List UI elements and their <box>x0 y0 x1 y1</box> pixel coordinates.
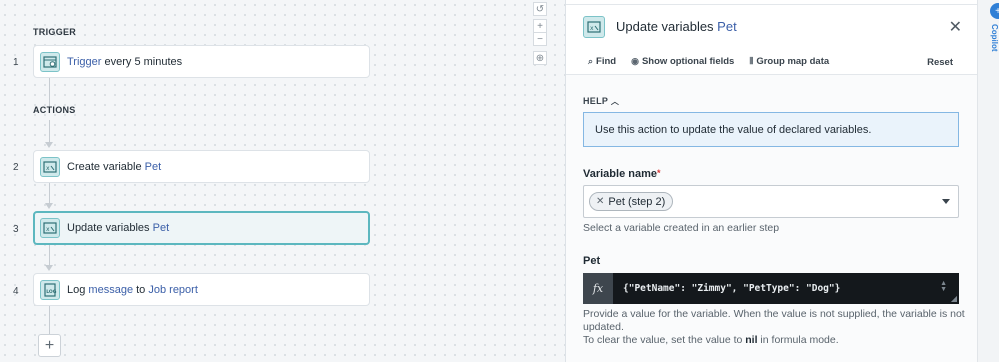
step-trigger-link[interactable]: Trigger <box>67 56 101 68</box>
pet-hint: Provide a value for the variable. When t… <box>583 308 977 347</box>
connector-arrow <box>45 142 53 148</box>
variable-name-select[interactable]: ✕ Pet (step 2) <box>583 185 959 218</box>
svg-text:x: x <box>46 226 50 233</box>
copilot-sidebar <box>977 0 999 362</box>
step-create-var-link[interactable]: Pet <box>145 161 162 173</box>
chevron-up-icon: ︿ <box>610 97 620 106</box>
connector <box>49 120 50 142</box>
panel-title-text: Update variables <box>616 19 718 34</box>
step-log-report-link[interactable]: Job report <box>148 284 198 296</box>
recipe-canvas[interactable]: TRIGGER 1 Trigger every 5 minutes ACTION… <box>0 0 565 362</box>
step-update-var-link[interactable]: Pet <box>153 222 170 234</box>
help-label: HELP <box>583 96 609 106</box>
copilot-tab[interactable]: Copilot <box>990 24 999 52</box>
connector <box>49 245 50 265</box>
panel-header: x Update variables Pet ✕ <box>566 5 978 48</box>
search-icon: ⌕ <box>588 55 594 66</box>
reset-view-button[interactable]: ↺ <box>533 2 547 16</box>
step-log-message[interactable]: LOG Log message to Job report <box>33 273 370 306</box>
step-trigger[interactable]: Trigger every 5 minutes <box>33 45 370 78</box>
panel-toolbar: ⌕ Find ◉ Show optional fields ⦀ Group map d… <box>566 48 978 75</box>
chevron-down-icon[interactable] <box>942 199 950 204</box>
eye-icon: ◉ <box>631 55 639 66</box>
zoom-in-button[interactable]: + <box>533 19 547 33</box>
close-icon[interactable]: ✕ <box>949 17 962 37</box>
variable-chip[interactable]: ✕ Pet (step 2) <box>589 192 674 211</box>
add-step-button[interactable]: + <box>38 334 61 357</box>
step-config-panel: x Update variables Pet ✕ ⌕ Find ◉ Show opt… <box>565 0 978 362</box>
resize-handle-icon[interactable]: ◢ <box>951 294 957 303</box>
panel-title-var: Pet <box>717 19 737 34</box>
variable-icon: x <box>40 156 60 177</box>
formula-value[interactable]: {"PetName": "Zimmy", "PetType": "Dog"} <box>623 283 840 294</box>
step-update-text: Update variables <box>67 222 153 234</box>
variable-name-text: Variable name <box>583 168 657 180</box>
trigger-section-label: TRIGGER <box>33 27 77 37</box>
step-number: 3 <box>13 224 19 235</box>
variable-chip-label: Pet (step 2) <box>608 195 666 208</box>
actions-section-label: ACTIONS <box>33 105 76 115</box>
step-number: 1 <box>13 57 19 68</box>
show-optional-label: Show optional fields <box>641 55 735 67</box>
help-text: Use this action to update the value of d… <box>595 123 872 136</box>
connector-arrow <box>45 203 53 209</box>
group-map-data-button[interactable]: ⦀ Group map data <box>749 56 829 67</box>
step-create-variable[interactable]: x Create variable Pet <box>33 150 370 183</box>
svg-text:x: x <box>46 165 50 172</box>
variable-icon: x <box>583 15 605 38</box>
svg-text:x: x <box>590 25 594 32</box>
help-toggle[interactable]: HELP ︿ <box>583 96 619 107</box>
columns-icon: ⦀ <box>749 55 754 66</box>
required-marker: * <box>657 168 661 178</box>
zoom-out-button[interactable]: − <box>533 32 547 46</box>
connector-arrow <box>45 265 53 271</box>
step-log-text: Log <box>67 283 89 296</box>
group-map-label: Group map data <box>756 55 830 67</box>
clock-calendar-icon <box>40 51 60 72</box>
step-trigger-text: every 5 minutes <box>101 55 183 68</box>
reset-button[interactable]: Reset <box>927 57 953 68</box>
pet-formula-field[interactable]: fx {"PetName": "Zimmy", "PetType": "Dog"… <box>583 273 959 304</box>
step-create-text: Create variable <box>67 160 145 173</box>
svg-text:LOG: LOG <box>46 289 57 295</box>
variable-hint: Select a variable created in an earlier … <box>583 222 780 234</box>
step-log-to: to <box>133 283 149 296</box>
step-number: 2 <box>13 162 19 173</box>
show-optional-fields-button[interactable]: ◉ Show optional fields <box>631 56 734 67</box>
log-icon: LOG <box>40 279 60 300</box>
fit-view-button[interactable]: ⊕ <box>533 51 547 65</box>
help-box: Use this action to update the value of d… <box>583 112 959 147</box>
copilot-badge-icon[interactable]: + <box>990 3 999 19</box>
stepper-icon: ▲ ▼ <box>940 280 947 293</box>
connector <box>49 183 50 203</box>
variable-name-label: Variable name* <box>583 168 661 180</box>
step-log-message-link[interactable]: message <box>88 284 133 296</box>
panel-title: Update variables Pet <box>616 19 737 34</box>
find-button[interactable]: ⌕ Find <box>588 56 616 67</box>
find-label: Find <box>596 55 617 67</box>
pet-label: Pet <box>583 255 601 267</box>
step-update-variables[interactable]: x Update variables Pet <box>33 211 370 245</box>
pet-hint-line2-end: in formula mode. <box>757 334 839 346</box>
step-number: 4 <box>13 286 19 297</box>
variable-icon: x <box>40 218 60 238</box>
pet-hint-nil: nil <box>745 334 758 346</box>
remove-chip-icon[interactable]: ✕ <box>596 196 604 207</box>
pet-hint-line1: Provide a value for the variable. When t… <box>583 308 965 333</box>
formula-mode-icon[interactable]: fx <box>583 273 613 304</box>
pet-hint-line2: To clear the value, set the value to <box>583 334 746 346</box>
connector <box>49 306 50 334</box>
